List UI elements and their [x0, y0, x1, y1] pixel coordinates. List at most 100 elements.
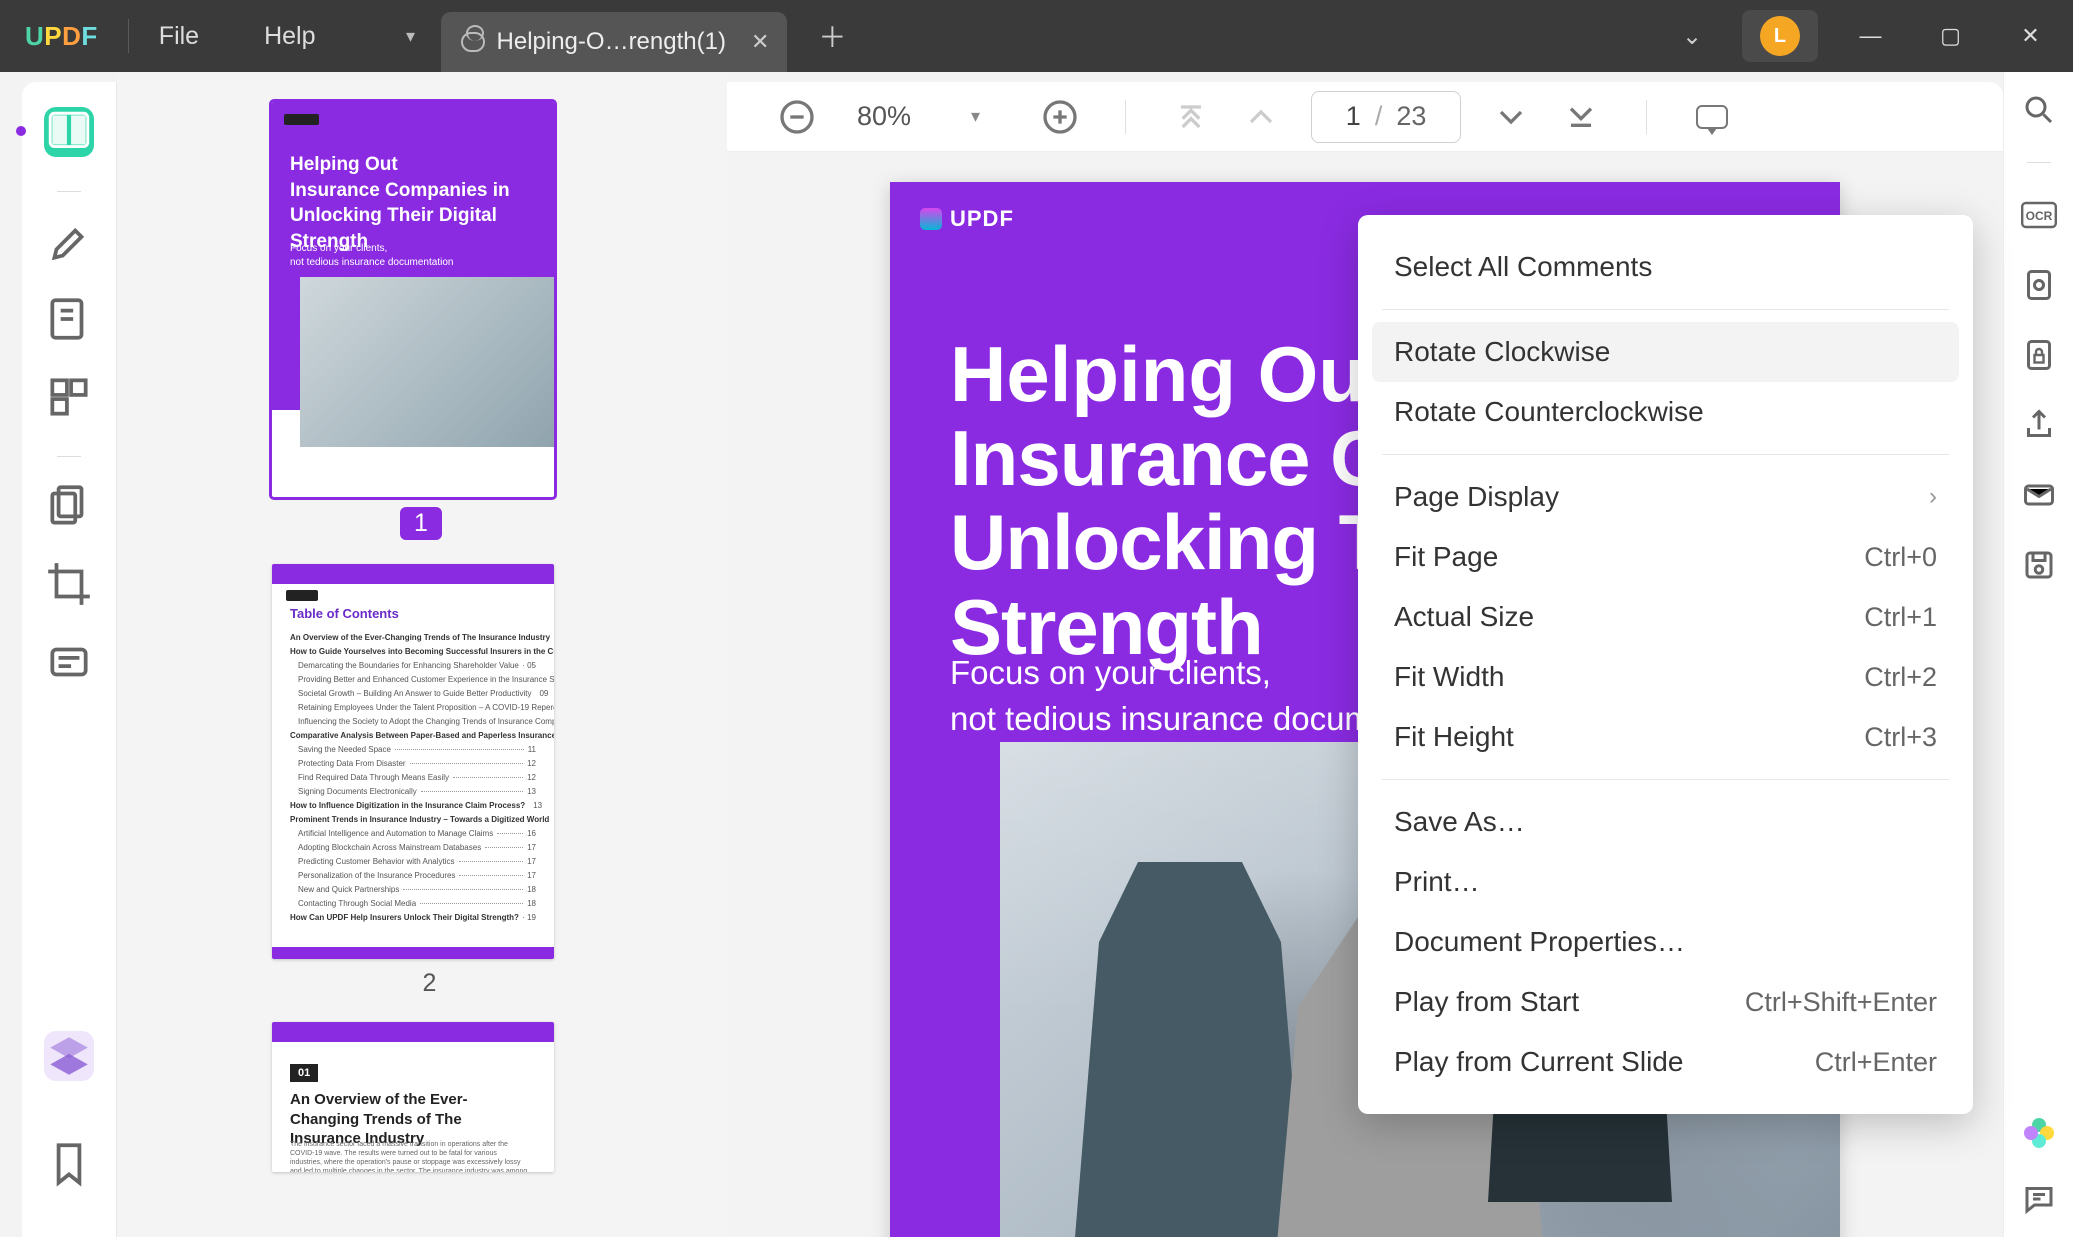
shortcut-label: Ctrl+0 — [1864, 542, 1937, 573]
reader-mode-button[interactable] — [44, 107, 94, 157]
user-avatar[interactable]: L — [1760, 16, 1800, 56]
viewer-toolbar: 80% ▾ 1 / 23 — [727, 82, 2003, 152]
total-pages: 23 — [1396, 101, 1426, 132]
present-button[interactable] — [1692, 97, 1732, 137]
account-dropdown-icon[interactable]: ⌄ — [1667, 22, 1717, 51]
doc-logo: UPDF — [920, 206, 1014, 232]
highlighter-button[interactable] — [44, 216, 94, 266]
document-tab[interactable]: Helping-O…rength(1) ✕ — [441, 12, 788, 72]
context-menu: Select All Comments Rotate Clockwise Rot… — [1358, 215, 1973, 1114]
ctx-rotate-clockwise[interactable]: Rotate Clockwise — [1372, 322, 1959, 382]
crop-button[interactable] — [44, 559, 94, 609]
tab-list-dropdown[interactable]: ▾ — [381, 6, 441, 66]
title-bar: UPDF File Help ▾ Helping-O…rength(1) ✕ ＋… — [0, 0, 2073, 72]
ocr-button[interactable]: OCR — [2021, 197, 2057, 233]
separator — [57, 456, 81, 457]
edit-pdf-button[interactable] — [44, 294, 94, 344]
thumbnail-number: 1 — [400, 507, 442, 540]
presentation-icon — [1696, 105, 1728, 129]
app-logo: UPDF — [25, 21, 98, 52]
thumbnails-panel[interactable]: Helping Out Insurance Companies in Unloc… — [117, 72, 727, 1237]
separator — [128, 19, 129, 53]
pages-stack-icon — [44, 481, 94, 531]
page-grid-icon — [44, 372, 94, 422]
redact-icon — [44, 637, 94, 687]
pen-page-icon — [44, 294, 94, 344]
zoom-dropdown-icon[interactable]: ▾ — [971, 106, 980, 127]
organize-pages-button[interactable] — [44, 481, 94, 531]
chapter-badge: 01 — [290, 1064, 318, 1082]
menu-file[interactable]: File — [159, 22, 199, 51]
crop-icon — [44, 559, 94, 609]
shortcut-label: Ctrl+1 — [1864, 602, 1937, 633]
protect-button[interactable] — [2021, 337, 2057, 373]
bookmarks-button[interactable] — [44, 1139, 94, 1189]
bookmark-icon — [44, 1139, 94, 1189]
next-page-button[interactable] — [1491, 97, 1531, 137]
ctx-fit-width[interactable]: Fit WidthCtrl+2 — [1372, 647, 1959, 707]
tab-area: ▾ Helping-O…rength(1) ✕ ＋ — [381, 0, 853, 72]
close-tab-icon[interactable]: ✕ — [751, 29, 769, 55]
prev-page-button[interactable] — [1241, 97, 1281, 137]
thumbnail-image: Helping Out Insurance Companies in Unloc… — [272, 102, 554, 497]
layers-icon — [44, 1031, 94, 1081]
ai-assistant-button[interactable] — [2021, 1115, 2057, 1151]
ctx-play-from-start[interactable]: Play from StartCtrl+Shift+Enter — [1372, 972, 1959, 1032]
email-button[interactable] — [2021, 477, 2057, 513]
right-tool-rail: OCR — [2003, 72, 2073, 1237]
ctx-play-from-current[interactable]: Play from Current SlideCtrl+Enter — [1372, 1032, 1959, 1092]
thumb-logo — [284, 114, 319, 125]
share-button[interactable] — [2021, 407, 2057, 443]
lock-page-icon — [2021, 337, 2057, 373]
thumbnail-page-3[interactable]: 01 An Overview of the Ever-Changing Tren… — [272, 1022, 587, 1172]
redact-button[interactable] — [44, 637, 94, 687]
avatar-container[interactable]: L — [1742, 10, 1818, 62]
separator — [57, 191, 81, 192]
toc-title: Table of Contents — [290, 606, 399, 621]
zoom-in-button[interactable] — [1040, 97, 1080, 137]
ocr-icon: OCR — [2021, 197, 2057, 233]
thumbnail-page-1[interactable]: Helping Out Insurance Companies in Unloc… — [272, 102, 587, 540]
thumbnail-image: Table of Contents An Overview of the Eve… — [272, 564, 554, 959]
search-button[interactable] — [2021, 92, 2057, 128]
ctx-actual-size[interactable]: Actual SizeCtrl+1 — [1372, 587, 1959, 647]
ctx-fit-page[interactable]: Fit PageCtrl+0 — [1372, 527, 1959, 587]
minus-circle-icon — [777, 97, 817, 137]
page-number-input[interactable]: 1 / 23 — [1311, 91, 1461, 143]
layers-button[interactable] — [44, 1031, 94, 1081]
ctx-fit-height[interactable]: Fit HeightCtrl+3 — [1372, 707, 1959, 767]
thumbnail-page-2[interactable]: Table of Contents An Overview of the Eve… — [272, 564, 587, 998]
thumbnail-number: 2 — [272, 969, 587, 998]
first-page-button[interactable] — [1171, 97, 1211, 137]
ctx-rotate-counterclockwise[interactable]: Rotate Counterclockwise — [1372, 382, 1959, 442]
thumb-title: Helping Out Insurance Companies in Unloc… — [290, 152, 554, 255]
mail-icon — [2021, 477, 2057, 513]
comment-icon — [2021, 1181, 2057, 1217]
chevron-down-bar-icon — [1561, 97, 1601, 137]
ctx-select-all-comments[interactable]: Select All Comments — [1372, 237, 1959, 297]
menu-help[interactable]: Help — [264, 22, 315, 51]
last-page-button[interactable] — [1561, 97, 1601, 137]
chevron-down-icon — [1491, 97, 1531, 137]
new-tab-button[interactable]: ＋ — [812, 16, 852, 56]
shortcut-label: Ctrl+Enter — [1815, 1047, 1937, 1078]
separator — [1646, 100, 1647, 134]
maximize-button[interactable]: ▢ — [1923, 23, 1978, 49]
current-page: 1 — [1346, 101, 1361, 132]
page-tools-button[interactable] — [44, 372, 94, 422]
ctx-print[interactable]: Print… — [1372, 852, 1959, 912]
comments-button[interactable] — [2021, 1181, 2057, 1217]
zoom-out-button[interactable] — [777, 97, 817, 137]
close-window-button[interactable]: ✕ — [2003, 23, 2058, 49]
convert-button[interactable] — [2021, 267, 2057, 303]
ctx-save-as[interactable]: Save As… — [1372, 792, 1959, 852]
ctx-document-properties[interactable]: Document Properties… — [1372, 912, 1959, 972]
ctx-page-display[interactable]: Page Display› — [1372, 467, 1959, 527]
separator — [1382, 309, 1949, 310]
flower-icon — [2024, 1118, 2054, 1148]
minimize-button[interactable]: — — [1843, 23, 1898, 49]
save-button[interactable] — [2021, 547, 2057, 583]
separator — [1382, 454, 1949, 455]
separator — [1382, 779, 1949, 780]
shortcut-label: Ctrl+Shift+Enter — [1745, 987, 1937, 1018]
